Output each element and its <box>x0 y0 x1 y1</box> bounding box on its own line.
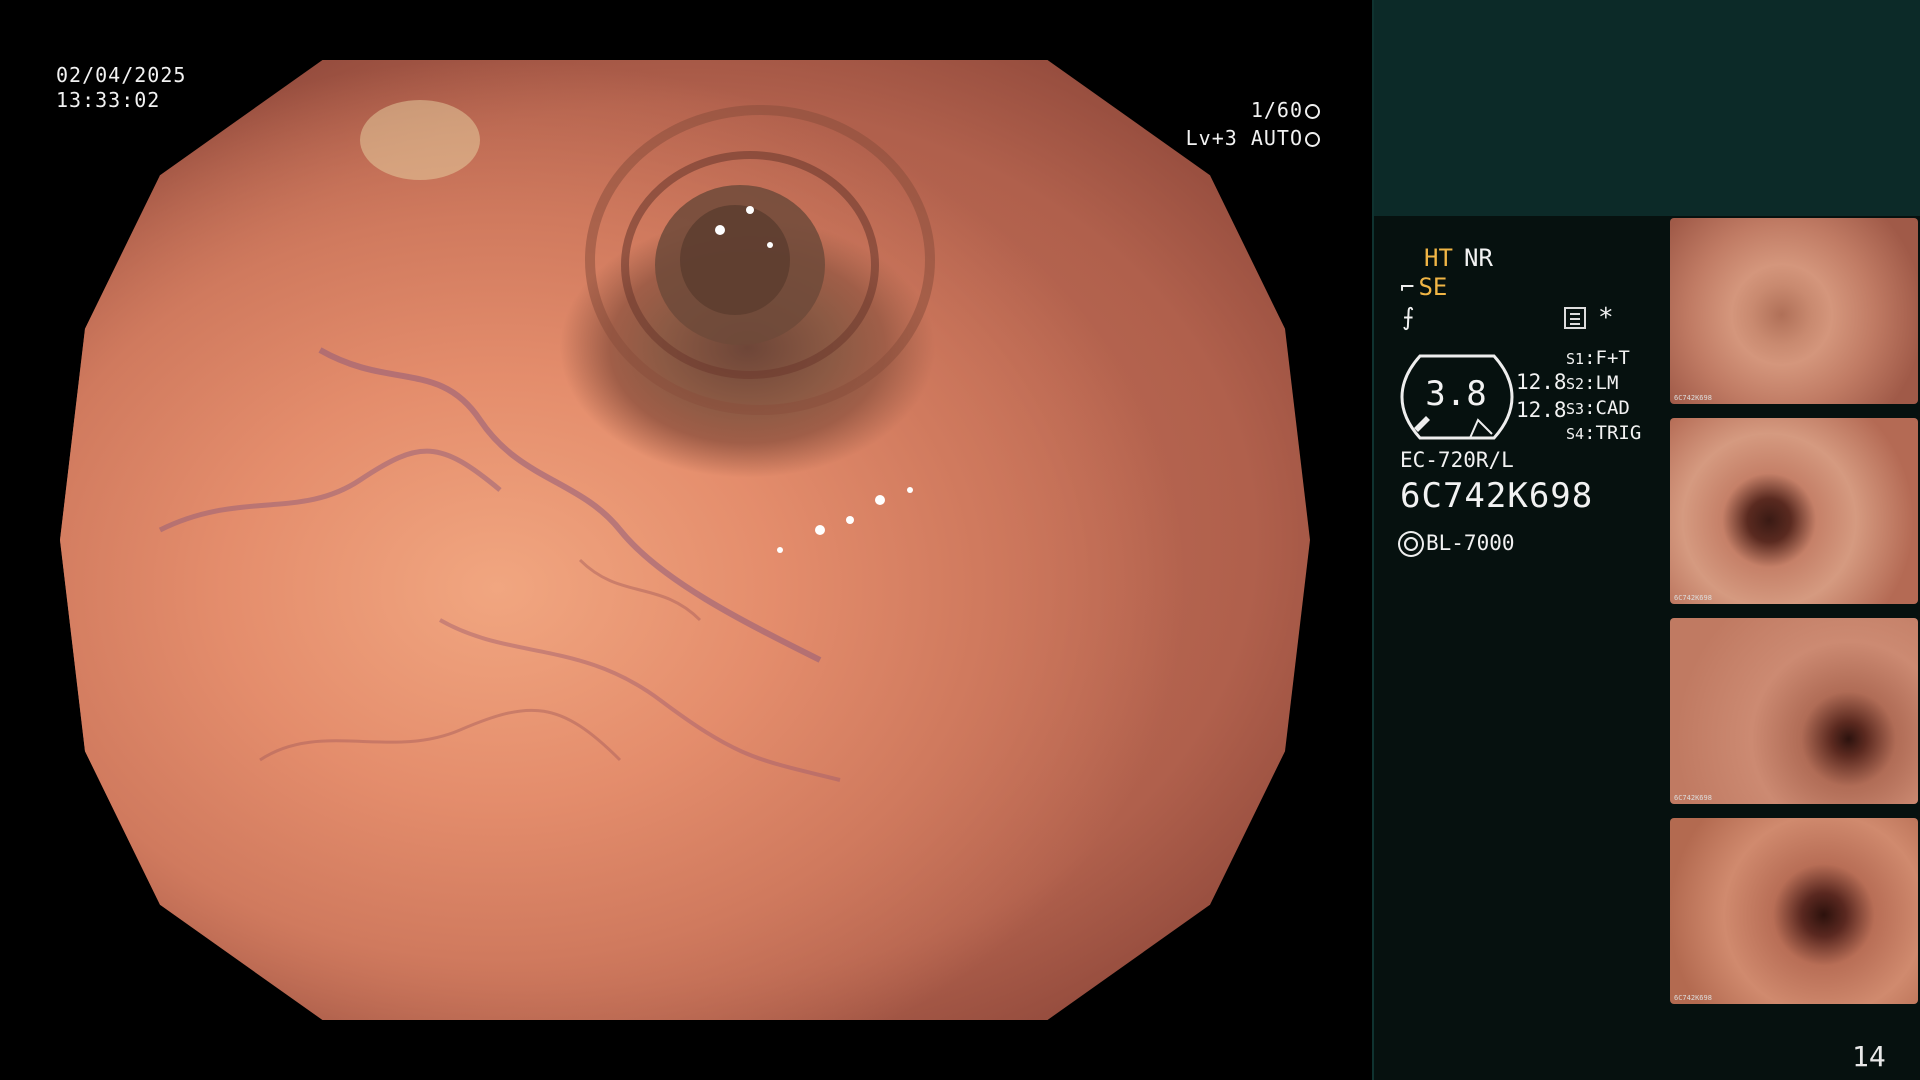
image-count: 14 <box>1852 1040 1886 1073</box>
light-source-label: BL-7000 <box>1426 531 1515 555</box>
auto-iris-icon <box>1305 132 1320 147</box>
info-panel-header <box>1374 0 1920 216</box>
thumbnail-image <box>1670 618 1918 804</box>
thumbnail-image <box>1670 818 1918 1004</box>
switch-slot-3: S3:CAD <box>1566 397 1630 419</box>
settings-list-icon <box>1564 307 1586 329</box>
thumbnail-image <box>1670 218 1918 404</box>
thumbnail-caption: 6C742K698 <box>1674 794 1712 802</box>
capture-thumbnail[interactable]: 6C742K698 <box>1670 418 1918 604</box>
thumbnail-image <box>1670 418 1918 604</box>
scope-serial-number: 6C742K698 <box>1400 476 1594 516</box>
capture-thumbnail[interactable]: 6C742K698 <box>1670 618 1918 804</box>
magnification-value: 3.8 <box>1425 374 1487 414</box>
gauge-reading-upper: 12.8 <box>1516 370 1567 394</box>
se-mode-row: ⌐ SE <box>1400 273 1447 301</box>
switch-slot-2: S2:LM <box>1566 372 1619 394</box>
ht-mode-label: HT <box>1424 244 1453 272</box>
scope-model: EC-720R/L <box>1400 448 1514 472</box>
thumbnail-caption: 6C742K698 <box>1674 394 1712 402</box>
endoscope-live-view <box>60 60 1310 1020</box>
capture-thumbnail[interactable]: 6C742K698 <box>1670 818 1918 1004</box>
structure-enhance-icon: ⨍ <box>1402 303 1415 331</box>
switch-slot-4: S4:TRIG <box>1566 422 1642 444</box>
level-value: Lv+3 AUTO <box>1185 126 1303 150</box>
light-source-icon <box>1404 537 1418 551</box>
iris-icon <box>1305 104 1320 119</box>
capture-thumbnail[interactable]: 6C742K698 <box>1670 218 1918 404</box>
gauge-reading-lower: 12.8 <box>1516 398 1567 422</box>
mucosa-texture <box>158 100 935 782</box>
shutter-value: 1/60 <box>1250 98 1303 122</box>
thumbnail-caption: 6C742K698 <box>1674 994 1712 1002</box>
exam-time: 13:33:02 <box>56 88 161 112</box>
brightness-level-readout: Lv+3 AUTO <box>1180 126 1320 151</box>
thumbnail-caption: 6C742K698 <box>1674 594 1712 602</box>
light-source-row: BL-7000 <box>1400 531 1515 555</box>
shutter-readout: 1/60 <box>1230 98 1320 123</box>
gauge-marker-right <box>1469 418 1493 439</box>
nr-mode-label: NR <box>1464 244 1493 272</box>
exam-date: 02/04/2025 <box>56 63 187 87</box>
se-mode-label: SE <box>1418 273 1448 301</box>
switch-slot-1: S1:F+T <box>1566 347 1630 369</box>
scope-angle-icon: ⌐ <box>1400 273 1415 301</box>
asterisk-indicator: * <box>1598 303 1614 333</box>
gauge-marker-left <box>1414 416 1430 432</box>
